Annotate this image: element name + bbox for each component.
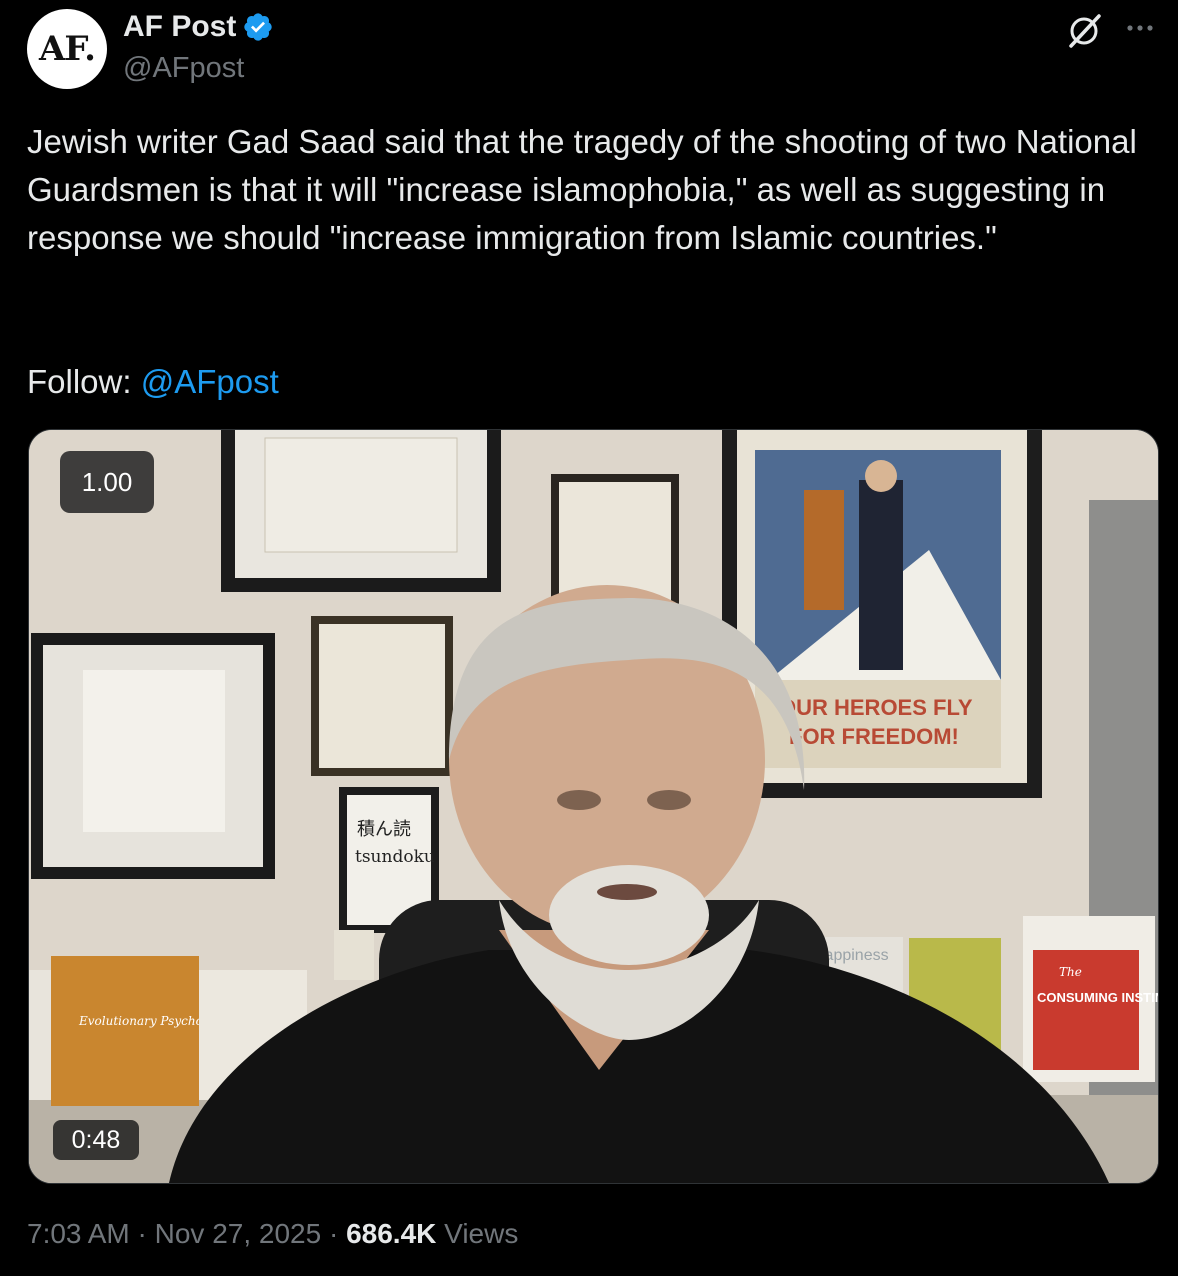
tweet-text: Jewish writer Gad Saad said that the tra… <box>27 123 1146 256</box>
views-label: Views <box>436 1218 519 1249</box>
meta-separator: · <box>321 1218 347 1249</box>
tweet-time[interactable]: 7:03 AM <box>27 1218 130 1249</box>
video-frame: 積ん読 tsundoku OUR HEROES FLY FOR FREEDOM!… <box>29 430 1158 1183</box>
follow-line: Follow: @AFpost <box>27 358 279 406</box>
video-player[interactable]: 積ん読 tsundoku OUR HEROES FLY FOR FREEDOM!… <box>28 429 1159 1184</box>
playback-speed-badge[interactable]: 1.00 <box>60 451 154 513</box>
avatar-logo-text: AF. <box>39 29 96 69</box>
tweet-date[interactable]: Nov 27, 2025 <box>155 1218 322 1249</box>
verified-badge-icon <box>244 13 273 41</box>
author-name[interactable]: AF Post <box>123 10 236 44</box>
poster-text-line1: OUR HEROES FLY <box>779 695 973 720</box>
sign-kanji: 積ん読 <box>357 819 411 840</box>
meta-separator: · <box>129 1218 155 1249</box>
author-name-row[interactable]: AF Post <box>123 10 274 44</box>
follow-mention-link[interactable]: @AFpost <box>141 363 279 400</box>
poster-text-line2: FOR FREEDOM! <box>789 724 959 749</box>
more-icon[interactable] <box>1122 14 1158 42</box>
video-duration-badge: 0:48 <box>53 1120 139 1160</box>
tweet-meta: 7:03 AM · Nov 27, 2025 · 686.4K Views <box>27 1218 518 1250</box>
sign-word: tsundoku <box>355 847 435 867</box>
book-right-the: The <box>1059 965 1082 979</box>
grok-icon[interactable] <box>1065 10 1105 50</box>
views-count: 686.4K <box>346 1218 437 1249</box>
avatar[interactable]: AF. <box>27 9 107 89</box>
book-right-title: CONSUMING INSTINCT <box>1037 990 1158 1005</box>
author-handle[interactable]: @AFpost <box>123 52 244 85</box>
follow-prefix: Follow: <box>27 363 141 400</box>
